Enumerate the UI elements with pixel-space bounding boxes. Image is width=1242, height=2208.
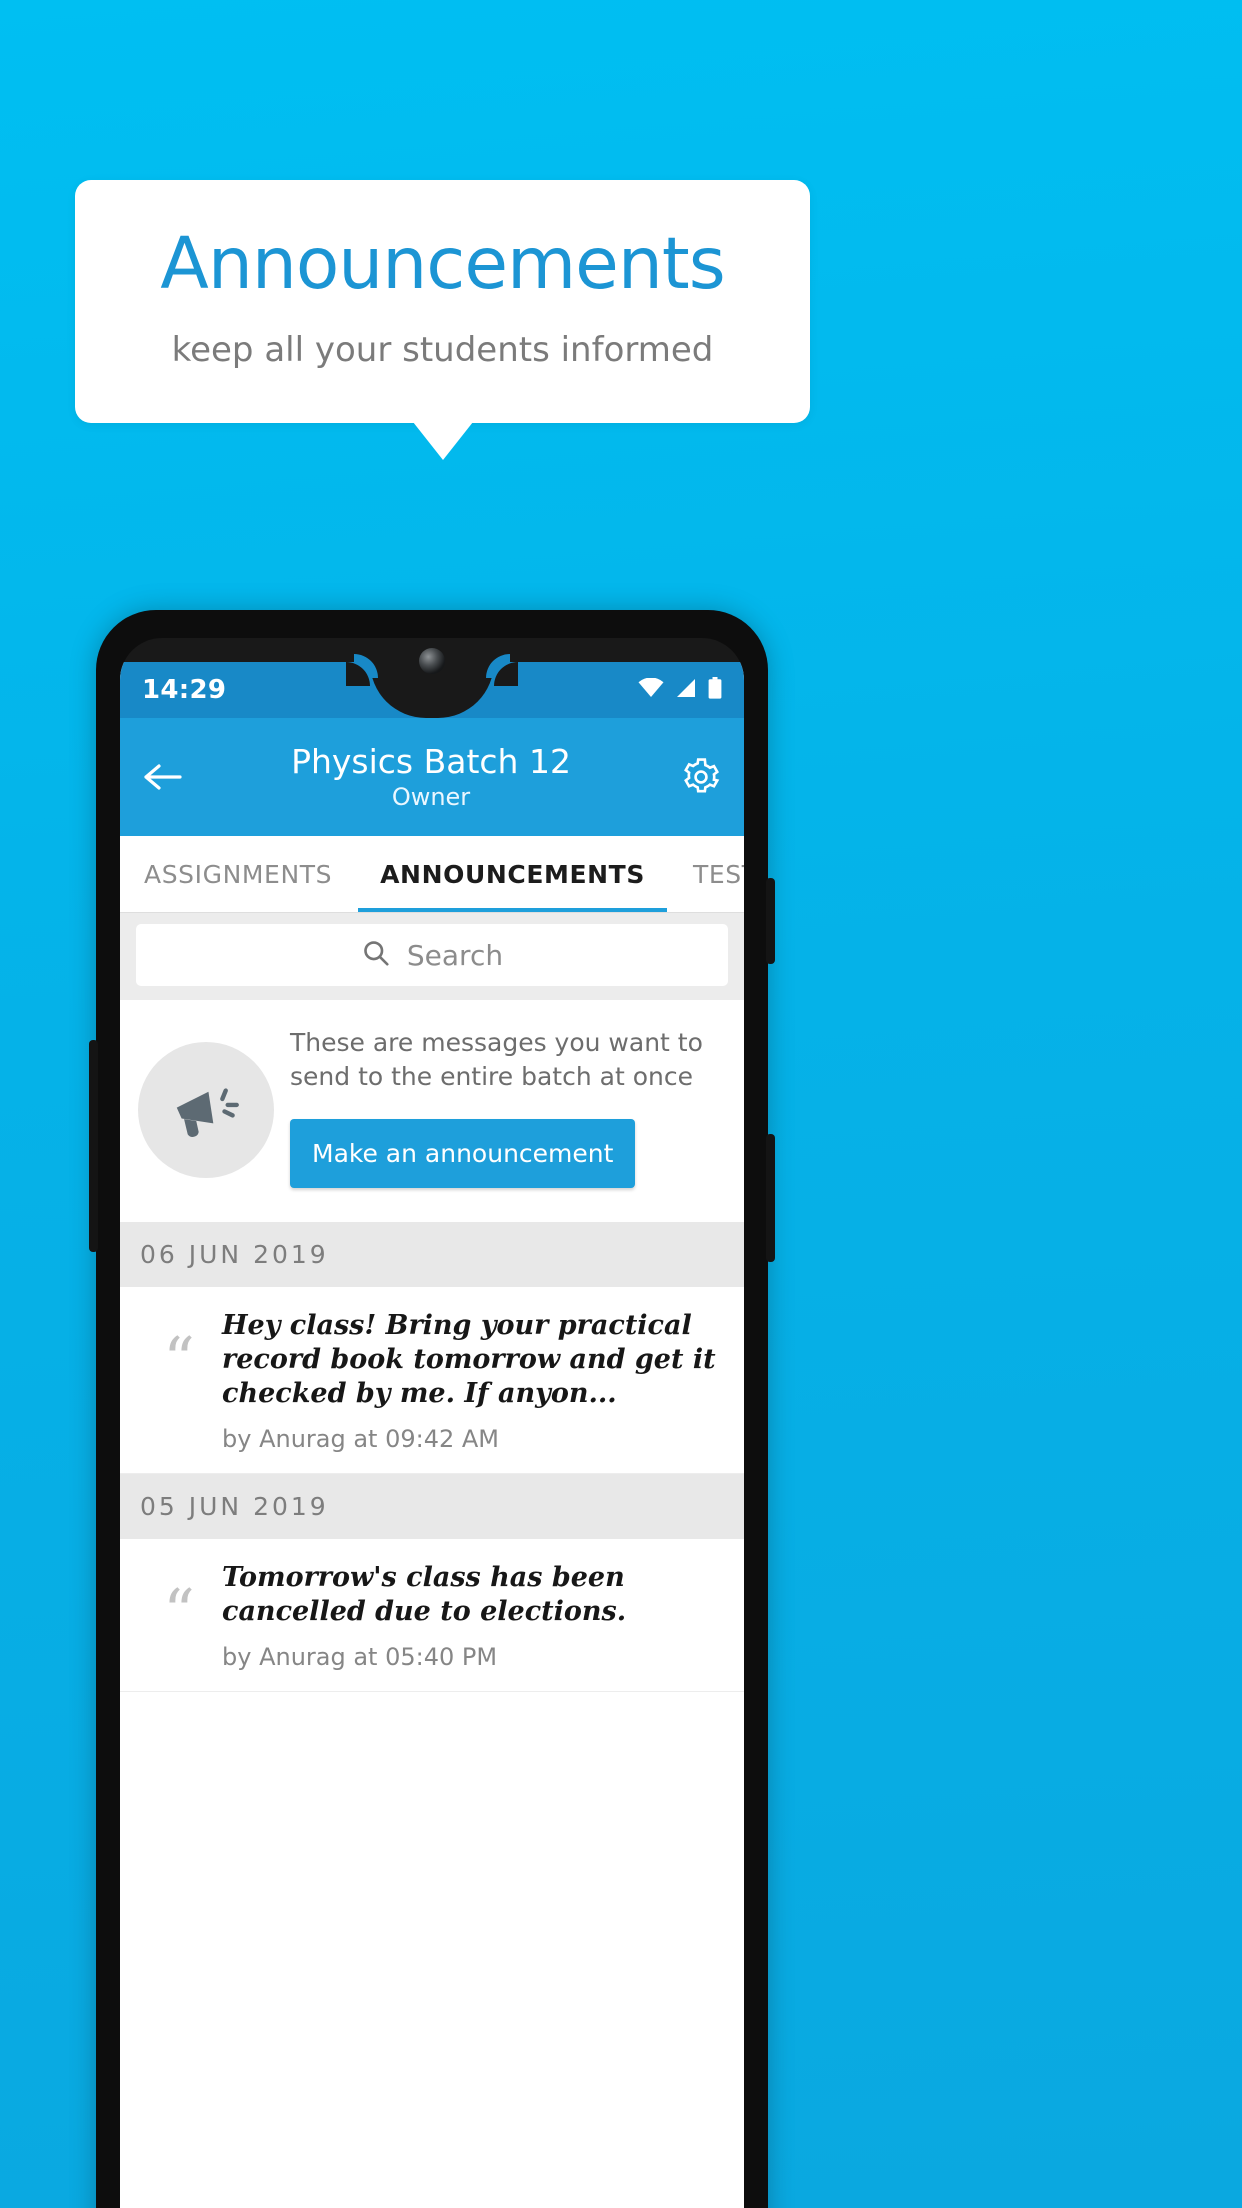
volume-down-button[interactable] xyxy=(766,1134,775,1262)
announcement-list-item[interactable]: “ Tomorrow's class has been cancelled du… xyxy=(120,1539,744,1693)
phone-bezel: 14:29 Physics Batch 12 Owner ASSIGNMENTS… xyxy=(120,638,744,2208)
battery-icon xyxy=(708,676,722,704)
search-placeholder: Search xyxy=(406,938,504,972)
quote-icon: “ xyxy=(163,1575,195,1649)
batch-title: Physics Batch 12 xyxy=(291,741,571,781)
tab-announcements[interactable]: ANNOUNCEMENTS xyxy=(356,836,669,912)
announcement-text: Hey class! Bring your practical record b… xyxy=(222,1310,716,1410)
announcement-content: Hey class! Bring your practical record b… xyxy=(222,1309,728,1453)
status-icons xyxy=(638,676,722,704)
volume-up-button[interactable] xyxy=(766,878,775,964)
front-camera-icon xyxy=(419,648,445,674)
empty-state-content: These are messages you want to send to t… xyxy=(282,1026,722,1188)
app-bar: Physics Batch 12 Owner xyxy=(120,718,744,836)
gear-icon[interactable] xyxy=(680,756,722,798)
announcement-content: Tomorrow's class has been cancelled due … xyxy=(222,1561,728,1671)
power-button[interactable] xyxy=(89,1040,98,1252)
page-title: Announcements xyxy=(160,222,725,305)
promo-screenshot: Announcements keep all your students inf… xyxy=(0,0,1242,2208)
app-bar-titles: Physics Batch 12 Owner xyxy=(182,741,680,812)
announcement-meta: by Anurag at 09:42 AM xyxy=(222,1425,500,1454)
tab-assignments[interactable]: ASSIGNMENTS xyxy=(120,836,356,912)
speech-bubble-tail xyxy=(413,422,473,460)
page-subtitle: keep all your students informed xyxy=(171,330,714,370)
tab-tests[interactable]: TESTS xyxy=(669,836,744,912)
arrow-left-icon[interactable] xyxy=(142,762,182,792)
announcement-empty-state: These are messages you want to send to t… xyxy=(120,1000,744,1222)
status-time: 14:29 xyxy=(142,675,227,705)
megaphone-icon xyxy=(138,1042,274,1178)
tab-bar[interactable]: ASSIGNMENTS ANNOUNCEMENTS TESTS xyxy=(120,836,744,912)
phone-device-frame: 14:29 Physics Batch 12 Owner ASSIGNMENTS… xyxy=(89,610,775,2208)
empty-state-description: These are messages you want to send to t… xyxy=(290,1028,703,1091)
promo-card: Announcements keep all your students inf… xyxy=(75,180,810,423)
search-bar-container: Search xyxy=(120,912,744,1000)
date-header: 06 JUN 2019 xyxy=(120,1222,744,1287)
phone-screen: 14:29 Physics Batch 12 Owner ASSIGNMENTS… xyxy=(120,662,744,2208)
date-header: 05 JUN 2019 xyxy=(120,1474,744,1540)
make-announcement-button[interactable]: Make an announcement xyxy=(290,1119,636,1188)
search-icon xyxy=(361,938,391,973)
announcement-list-item[interactable]: “ Hey class! Bring your practical record… xyxy=(120,1287,744,1475)
signal-icon xyxy=(675,678,697,703)
search-input[interactable]: Search xyxy=(136,924,728,986)
announcement-meta: by Anurag at 05:40 PM xyxy=(222,1643,498,1672)
batch-role: Owner xyxy=(391,783,471,812)
wifi-icon xyxy=(638,677,664,703)
announcement-text: Tomorrow's class has been cancelled due … xyxy=(222,1562,627,1628)
quote-icon: “ xyxy=(163,1323,195,1396)
